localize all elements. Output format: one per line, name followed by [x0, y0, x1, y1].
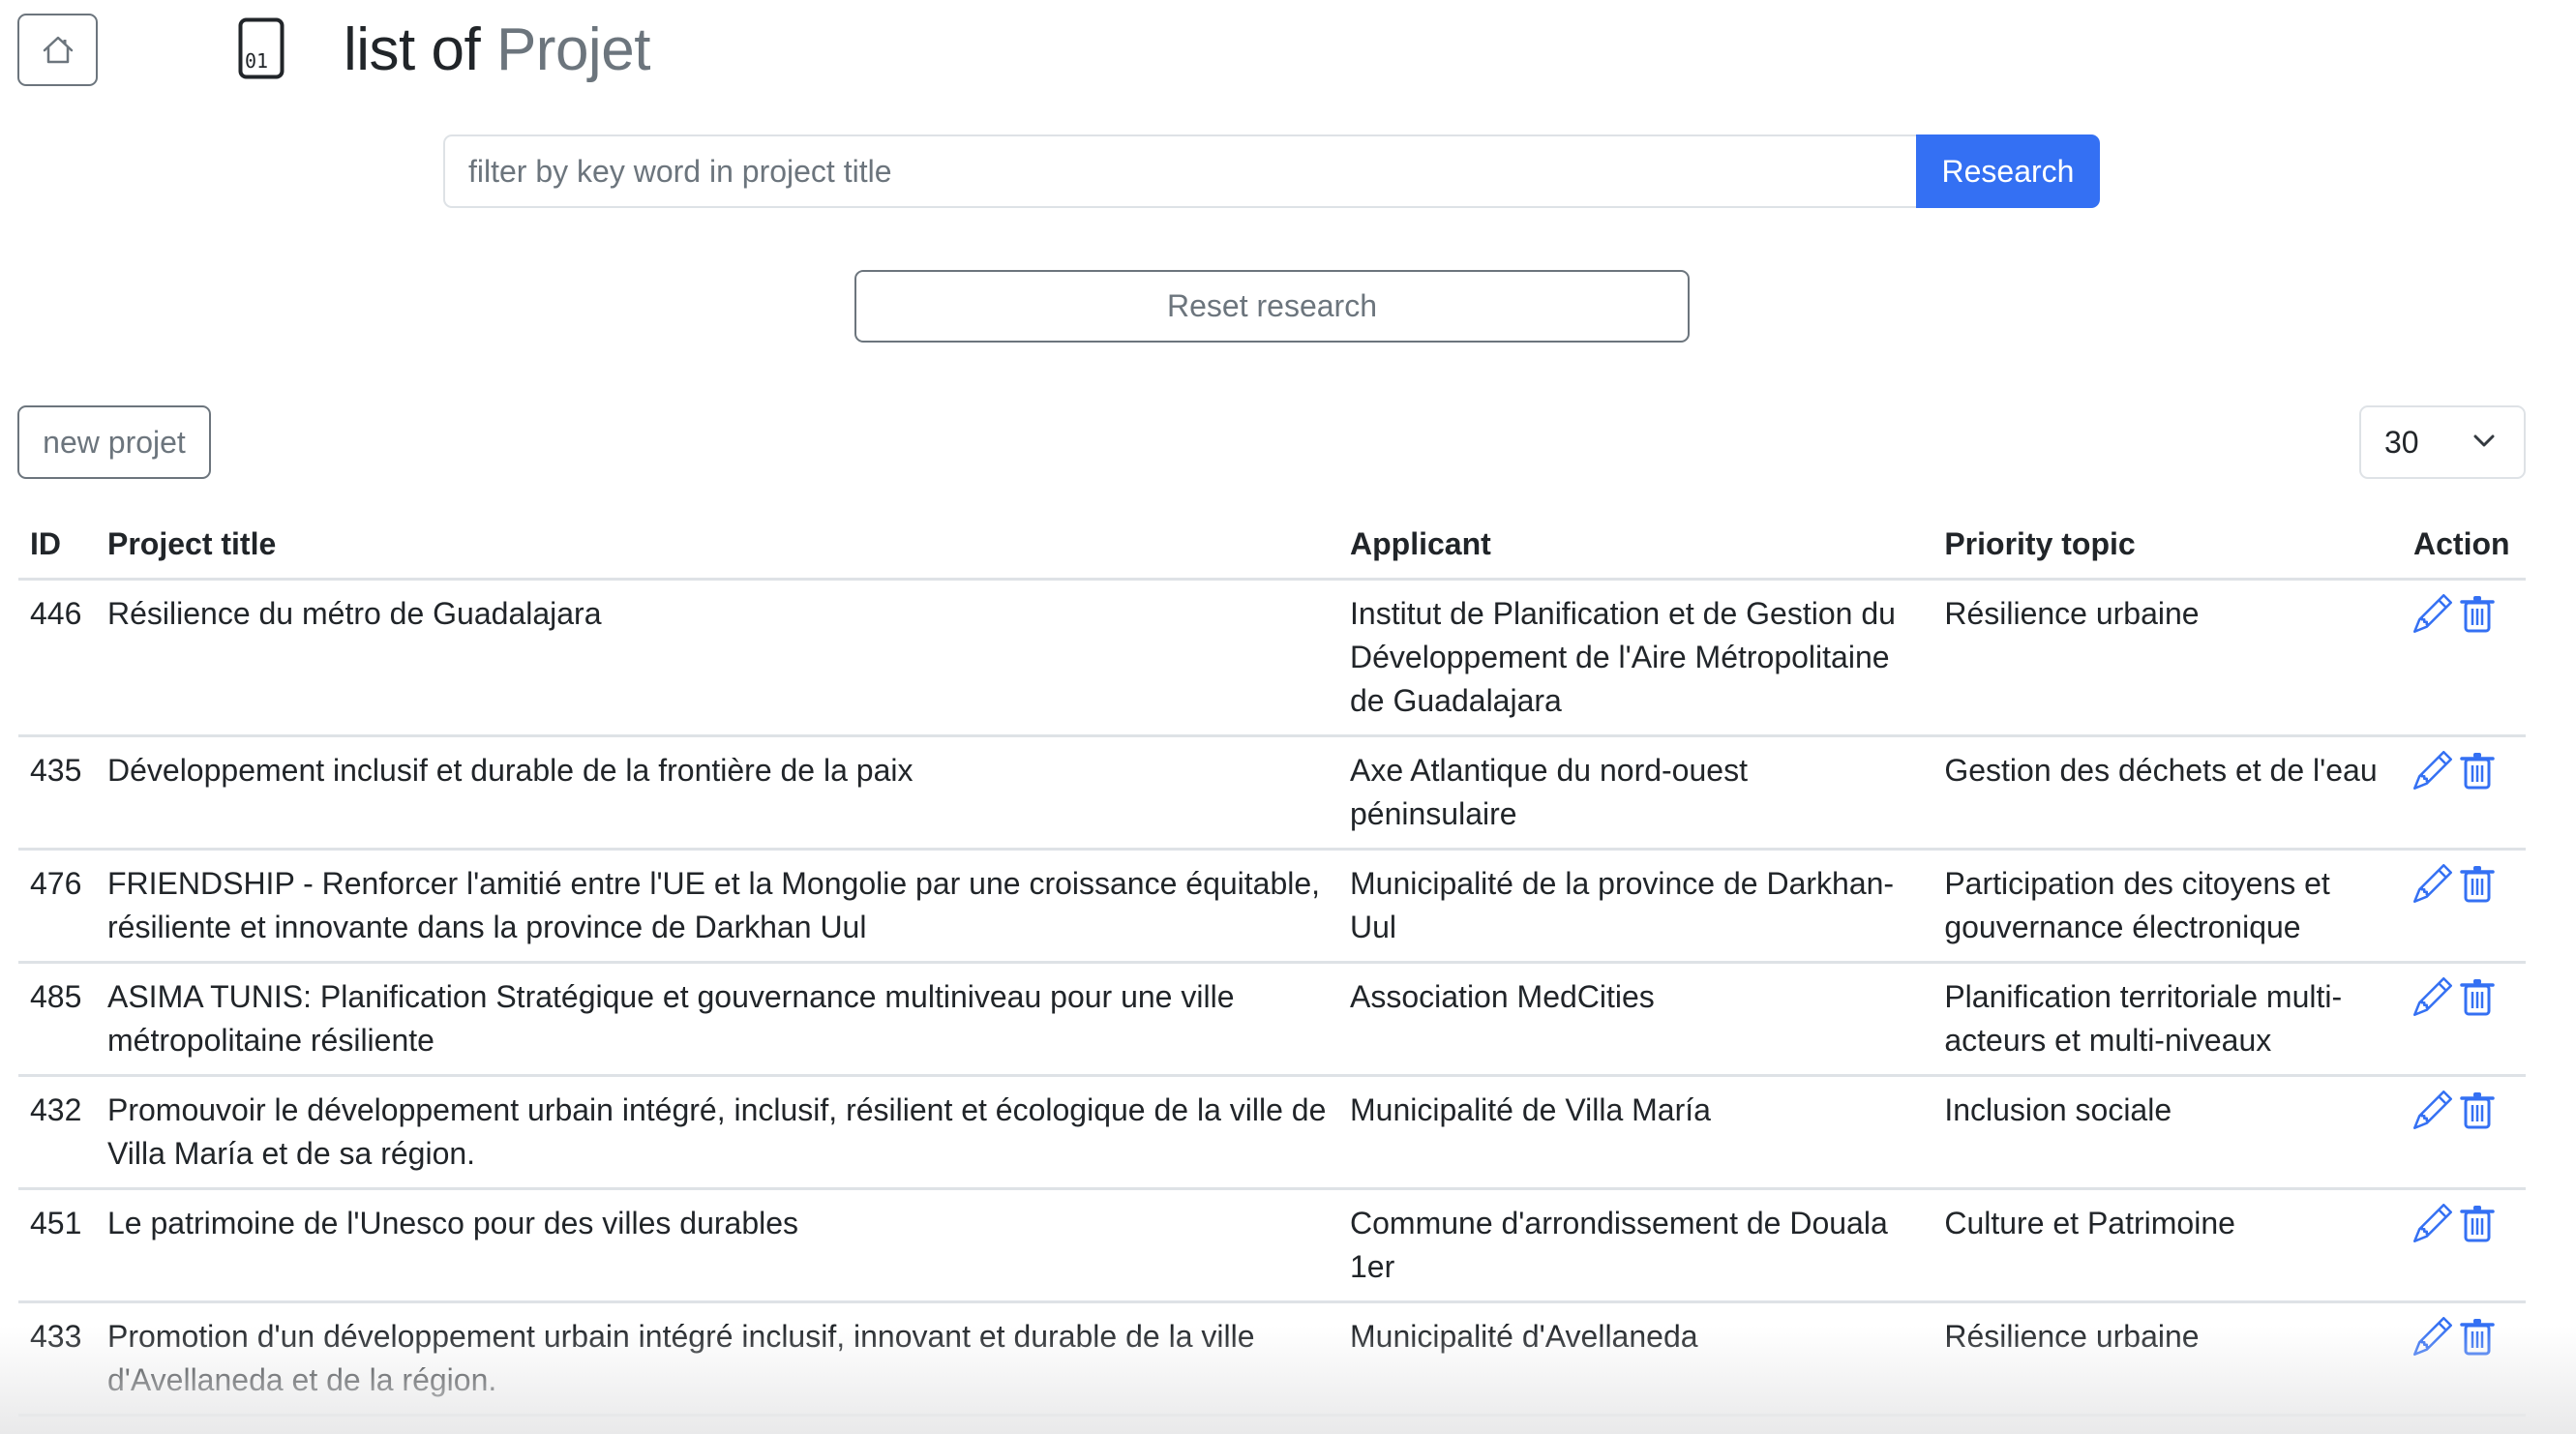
pencil-icon — [2413, 863, 2453, 903]
cell-actions — [2402, 962, 2526, 1077]
pencil-icon — [2413, 593, 2453, 633]
cell-priority-topic: Planification territoriale multi-acteurs… — [1932, 962, 2402, 1077]
table-row: 446 Résilience du métro de Guadalajara I… — [18, 579, 2526, 737]
cell-priority-topic: Culture et Patrimoine — [1932, 1188, 2402, 1303]
page-title: list of Projet — [344, 12, 650, 89]
cell-id: 433 — [18, 1301, 96, 1417]
table-row: 432 Promouvoir le développement urbain i… — [18, 1075, 2526, 1190]
cell-project-title: Promotion d'un développement urbain inté… — [95, 1301, 1338, 1417]
edit-button[interactable] — [2413, 750, 2453, 801]
delete-button[interactable] — [2460, 1090, 2495, 1141]
cell-actions — [2402, 1301, 2526, 1417]
cell-project-title: ASIMA TUNIS: Planification Stratégique e… — [95, 962, 1338, 1077]
trash-icon — [2460, 979, 2495, 1016]
cell-applicant: Association MedCities — [1338, 962, 1933, 1077]
search-input[interactable] — [443, 134, 1916, 208]
column-header-action: Action — [2402, 511, 2526, 581]
column-header-id[interactable]: ID — [18, 511, 96, 581]
cell-project-title: Résilience du métro de Guadalajara — [95, 579, 1338, 737]
delete-button[interactable] — [2460, 751, 2495, 801]
cell-actions — [2402, 579, 2526, 737]
table-row: 476 FRIENDSHIP - Renforcer l'amitié entr… — [18, 849, 2526, 964]
cell-priority-topic: Résilience urbaine — [1932, 1301, 2402, 1417]
delete-button[interactable] — [2460, 1204, 2495, 1254]
table-row: 435 Développement inclusif et durable de… — [18, 735, 2526, 851]
cell-priority-topic: Inclusion sociale — [1932, 1075, 2402, 1190]
trash-icon — [2460, 1206, 2495, 1242]
edit-button[interactable] — [2413, 976, 2453, 1028]
cell-actions — [2402, 1075, 2526, 1190]
cell-priority-topic: Résilience urbaine — [1932, 579, 2402, 737]
pencil-icon — [2413, 1316, 2453, 1356]
binary-file-icon-text: 01 — [245, 49, 268, 73]
cell-applicant: Municipalité de Villa María — [1338, 1075, 1933, 1190]
edit-button[interactable] — [2413, 863, 2453, 914]
search-group: Research — [443, 134, 2100, 208]
cell-priority-topic: Gestion des déchets et de l'eau — [1932, 735, 2402, 851]
pencil-icon — [2413, 1090, 2453, 1129]
trash-icon — [2460, 866, 2495, 903]
delete-button[interactable] — [2460, 977, 2495, 1028]
column-header-project-title[interactable]: Project title — [95, 511, 1338, 581]
trash-icon — [2460, 753, 2495, 790]
edit-button[interactable] — [2413, 1090, 2453, 1141]
chevron-down-icon — [2473, 434, 2495, 447]
cell-id: 435 — [18, 735, 96, 851]
page-title-prefix: list of — [344, 16, 481, 83]
cell-project-title: Développement inclusif et durable de la … — [95, 735, 1338, 851]
house-icon — [43, 36, 73, 63]
column-header-priority-topic[interactable]: Priority topic — [1932, 511, 2402, 581]
reset-research-button[interactable]: Reset research — [854, 270, 1690, 343]
table-row: 433 Promotion d'un développement urbain … — [18, 1301, 2526, 1417]
trash-icon — [2460, 1319, 2495, 1356]
cell-actions — [2402, 735, 2526, 851]
table-row: 485 ASIMA TUNIS: Planification Stratégiq… — [18, 962, 2526, 1077]
cell-priority-topic: Participation des citoyens et gouvernanc… — [1932, 849, 2402, 964]
cell-actions — [2402, 1188, 2526, 1303]
cell-applicant: Municipalité de la province de Darkhan-U… — [1338, 849, 1933, 964]
projects-table: ID Project title Applicant Priority topi… — [18, 511, 2526, 1417]
binary-file-icon: 01 — [238, 17, 285, 79]
column-header-applicant[interactable]: Applicant — [1338, 511, 1933, 581]
cell-id: 432 — [18, 1075, 96, 1190]
research-button[interactable]: Research — [1916, 134, 2100, 208]
new-projet-button[interactable]: new projet — [17, 405, 211, 479]
cell-id: 476 — [18, 849, 96, 964]
page-size-select[interactable]: 30 — [2359, 405, 2526, 479]
page-title-entity: Projet — [495, 16, 650, 83]
cell-applicant: Institut de Planification et de Gestion … — [1338, 579, 1933, 737]
page-size-value: 30 — [2384, 424, 2419, 460]
table-header-row: ID Project title Applicant Priority topi… — [18, 511, 2526, 581]
edit-button[interactable] — [2413, 1316, 2453, 1367]
cell-project-title: FRIENDSHIP - Renforcer l'amitié entre l'… — [95, 849, 1338, 964]
home-button[interactable] — [17, 14, 98, 86]
cell-applicant: Axe Atlantique du nord-ouest péninsulair… — [1338, 735, 1933, 851]
delete-button[interactable] — [2460, 594, 2495, 644]
table-row: 451 Le patrimoine de l'Unesco pour des v… — [18, 1188, 2526, 1303]
cell-applicant: Municipalité d'Avellaneda — [1338, 1301, 1933, 1417]
pencil-icon — [2413, 976, 2453, 1016]
cell-project-title: Promouvoir le développement urbain intég… — [95, 1075, 1338, 1190]
cell-project-title: Le patrimoine de l'Unesco pour des ville… — [95, 1188, 1338, 1303]
delete-button[interactable] — [2460, 864, 2495, 914]
cell-actions — [2402, 849, 2526, 964]
trash-icon — [2460, 1092, 2495, 1129]
cell-id: 446 — [18, 579, 96, 737]
edit-button[interactable] — [2413, 593, 2453, 644]
edit-button[interactable] — [2413, 1203, 2453, 1254]
cell-applicant: Commune d'arrondissement de Douala 1er — [1338, 1188, 1933, 1303]
delete-button[interactable] — [2460, 1317, 2495, 1367]
cell-id: 485 — [18, 962, 96, 1077]
pencil-icon — [2413, 750, 2453, 790]
pencil-icon — [2413, 1203, 2453, 1242]
trash-icon — [2460, 596, 2495, 633]
cell-id: 451 — [18, 1188, 96, 1303]
